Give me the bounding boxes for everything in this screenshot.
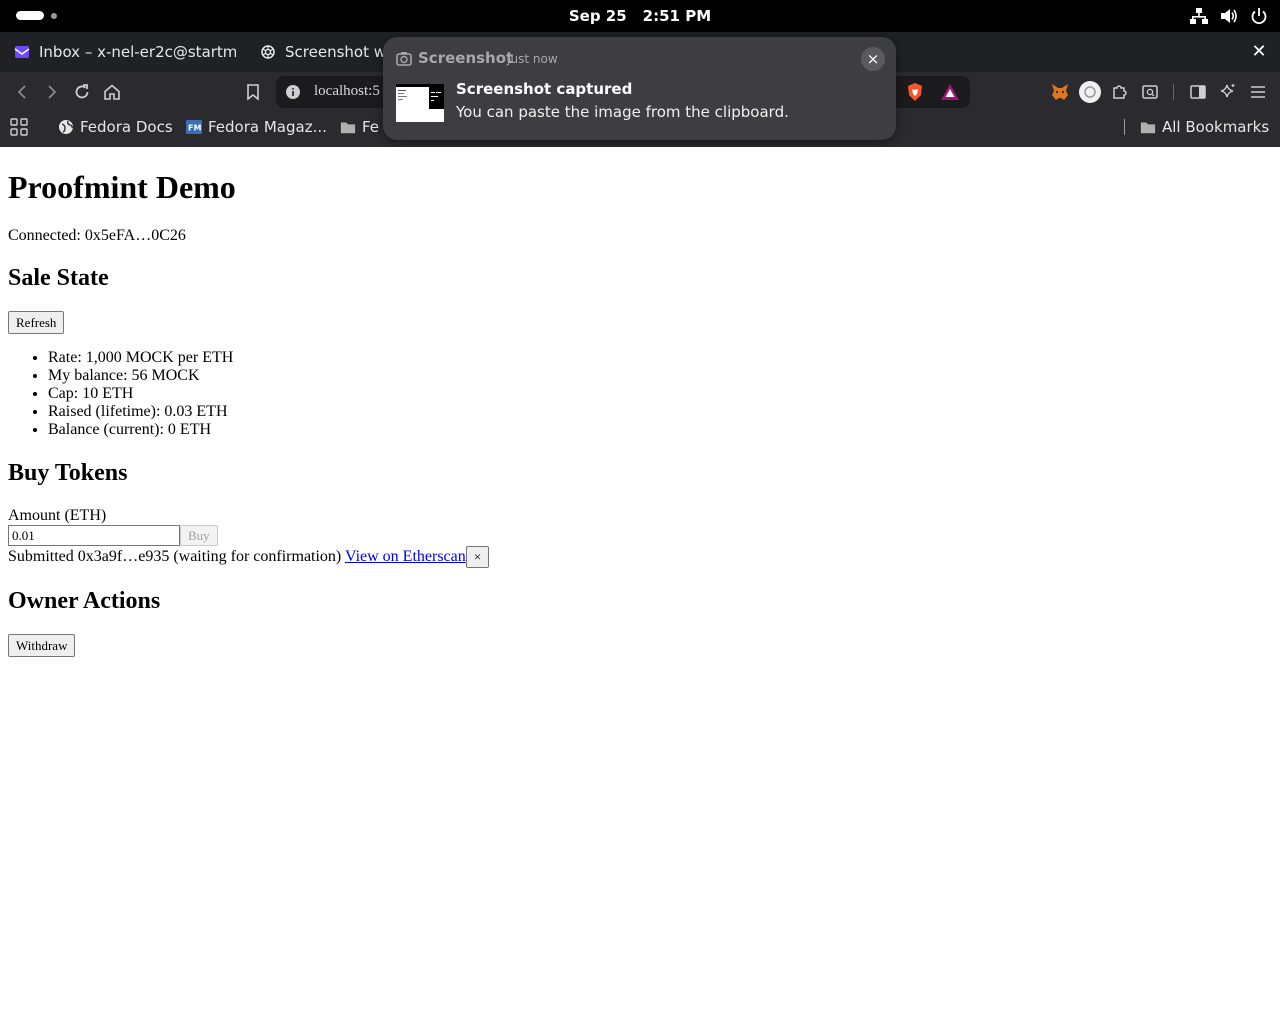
tx-status: Submitted 0x3a9f…e935 (waiting for confi… <box>8 548 466 566</box>
buy-tokens-heading: Buy Tokens <box>8 460 128 486</box>
brave-rewards-icon[interactable] <box>940 83 960 101</box>
tab-inbox[interactable]: Inbox – x-nel-er2c@startma <box>14 32 236 72</box>
extension-circle-icon <box>1079 81 1101 103</box>
all-bookmarks-button[interactable]: All Bookmarks <box>1140 112 1269 142</box>
wallet-extension-button[interactable] <box>1078 80 1102 104</box>
sparkle-icon <box>1220 84 1235 98</box>
amount-input[interactable] <box>8 525 180 546</box>
svg-text:FM: FM <box>188 124 201 133</box>
back-arrow-icon <box>17 85 26 99</box>
system-status-area[interactable] <box>1190 6 1268 26</box>
refresh-button[interactable]: Refresh <box>8 311 65 334</box>
reload-icon <box>75 84 89 99</box>
folder-icon <box>1140 119 1156 135</box>
stat-balance-current: Balance (current): 0 ETH <box>48 421 233 439</box>
notification-close-button[interactable]: × <box>861 47 885 71</box>
extensions-button[interactable] <box>1108 80 1132 104</box>
bookmark-label: Fedora Docs <box>80 118 173 136</box>
notification-title: Screenshot captured <box>456 80 633 98</box>
owner-actions-heading: Owner Actions <box>8 588 161 614</box>
all-bookmarks-label: All Bookmarks <box>1162 118 1270 136</box>
tab-search-button[interactable] <box>1138 80 1162 104</box>
tx-status-text: Submitted 0x3a9f…e935 (waiting for confi… <box>8 548 345 565</box>
bookmark-fedora-magazine[interactable]: FM Fedora Magaz... <box>186 112 327 142</box>
sidebar-icon <box>1190 85 1206 99</box>
screenshot-thumbnail <box>396 84 444 122</box>
apps-button[interactable] <box>10 112 28 142</box>
home-icon <box>104 84 120 100</box>
notification-app-name: Screenshot <box>418 49 514 67</box>
stat-raised: Raised (lifetime): 0.03 ETH <box>48 403 233 421</box>
forward-button[interactable] <box>40 80 64 104</box>
hamburger-menu-icon <box>1251 86 1265 98</box>
dismiss-tx-button[interactable]: × <box>466 546 489 568</box>
bookmark-label: Fe <box>362 118 380 136</box>
tab-label: Screenshot w <box>285 43 386 61</box>
globe-icon <box>58 119 74 135</box>
stat-rate: Rate: 1,000 MOCK per ETH <box>48 349 233 367</box>
site-info-icon[interactable] <box>286 85 300 99</box>
leo-ai-button[interactable] <box>1216 80 1240 104</box>
window-close-button[interactable]: ✕ <box>1248 41 1270 63</box>
puzzle-icon <box>1113 85 1127 99</box>
metamask-fox-icon <box>1052 84 1068 100</box>
reload-button[interactable] <box>70 80 94 104</box>
bookmarks-divider <box>1124 119 1125 135</box>
clock-date: Sep 25 <box>568 7 627 25</box>
folder-icon <box>340 119 356 135</box>
tab-search-icon <box>1142 85 1158 99</box>
screenshot-notification[interactable]: Screenshot Just now × Screenshot capture… <box>383 37 896 140</box>
bookmark-icon <box>247 84 259 101</box>
home-button[interactable] <box>100 80 124 104</box>
page-title: Proofmint Demo <box>8 169 236 205</box>
volume-icon <box>1220 6 1238 26</box>
main-menu-button[interactable] <box>1246 80 1270 104</box>
notification-body: You can paste the image from the clipboa… <box>456 103 789 121</box>
etherscan-link[interactable]: View on Etherscan <box>345 548 466 565</box>
bookmark-folder-fedora[interactable]: Fe <box>340 112 379 142</box>
withdraw-button[interactable]: Withdraw <box>8 634 76 657</box>
system-top-bar: Sep 25 2:51 PM <box>0 0 1280 32</box>
tab-screenshot[interactable]: Screenshot w <box>260 32 390 72</box>
back-button[interactable] <box>10 80 34 104</box>
notification-time: Just now <box>507 52 558 66</box>
web-page: Proofmint Demo Connected: 0x5eFA…0C26 Sa… <box>0 147 1280 1024</box>
clock-time: 2:51 PM <box>642 7 712 25</box>
clock[interactable]: Sep 25 2:51 PM <box>0 7 1280 25</box>
mail-icon <box>14 44 30 60</box>
openai-icon <box>260 44 276 60</box>
bookmark-page-button[interactable] <box>241 80 265 104</box>
fedora-magazine-icon: FM <box>186 119 202 135</box>
amount-label: Amount (ETH) <box>8 507 107 524</box>
sale-stats-list: Rate: 1,000 MOCK per ETH My balance: 56 … <box>8 349 233 439</box>
sidebar-button[interactable] <box>1186 80 1210 104</box>
stat-my-balance: My balance: 56 MOCK <box>48 367 233 385</box>
toolbar-divider <box>1173 84 1174 100</box>
bookmark-fedora-docs[interactable]: Fedora Docs <box>58 112 173 142</box>
url-text: localhost:5 <box>314 83 380 99</box>
tab-label: Inbox – x-nel-er2c@startma <box>39 43 236 61</box>
screenshot-app-icon <box>396 52 412 66</box>
network-icon <box>1190 6 1208 26</box>
forward-arrow-icon <box>48 85 57 99</box>
brave-shields-icon[interactable] <box>906 82 924 102</box>
buy-button[interactable]: Buy <box>180 525 218 546</box>
stat-cap: Cap: 10 ETH <box>48 385 233 403</box>
connected-account: Connected: 0x5eFA…0C26 <box>8 227 186 244</box>
bookmark-label: Fedora Magaz... <box>208 118 327 136</box>
sale-state-heading: Sale State <box>8 265 109 291</box>
metamask-button[interactable] <box>1048 80 1072 104</box>
power-icon <box>1250 6 1268 26</box>
apps-grid-icon <box>10 118 28 136</box>
